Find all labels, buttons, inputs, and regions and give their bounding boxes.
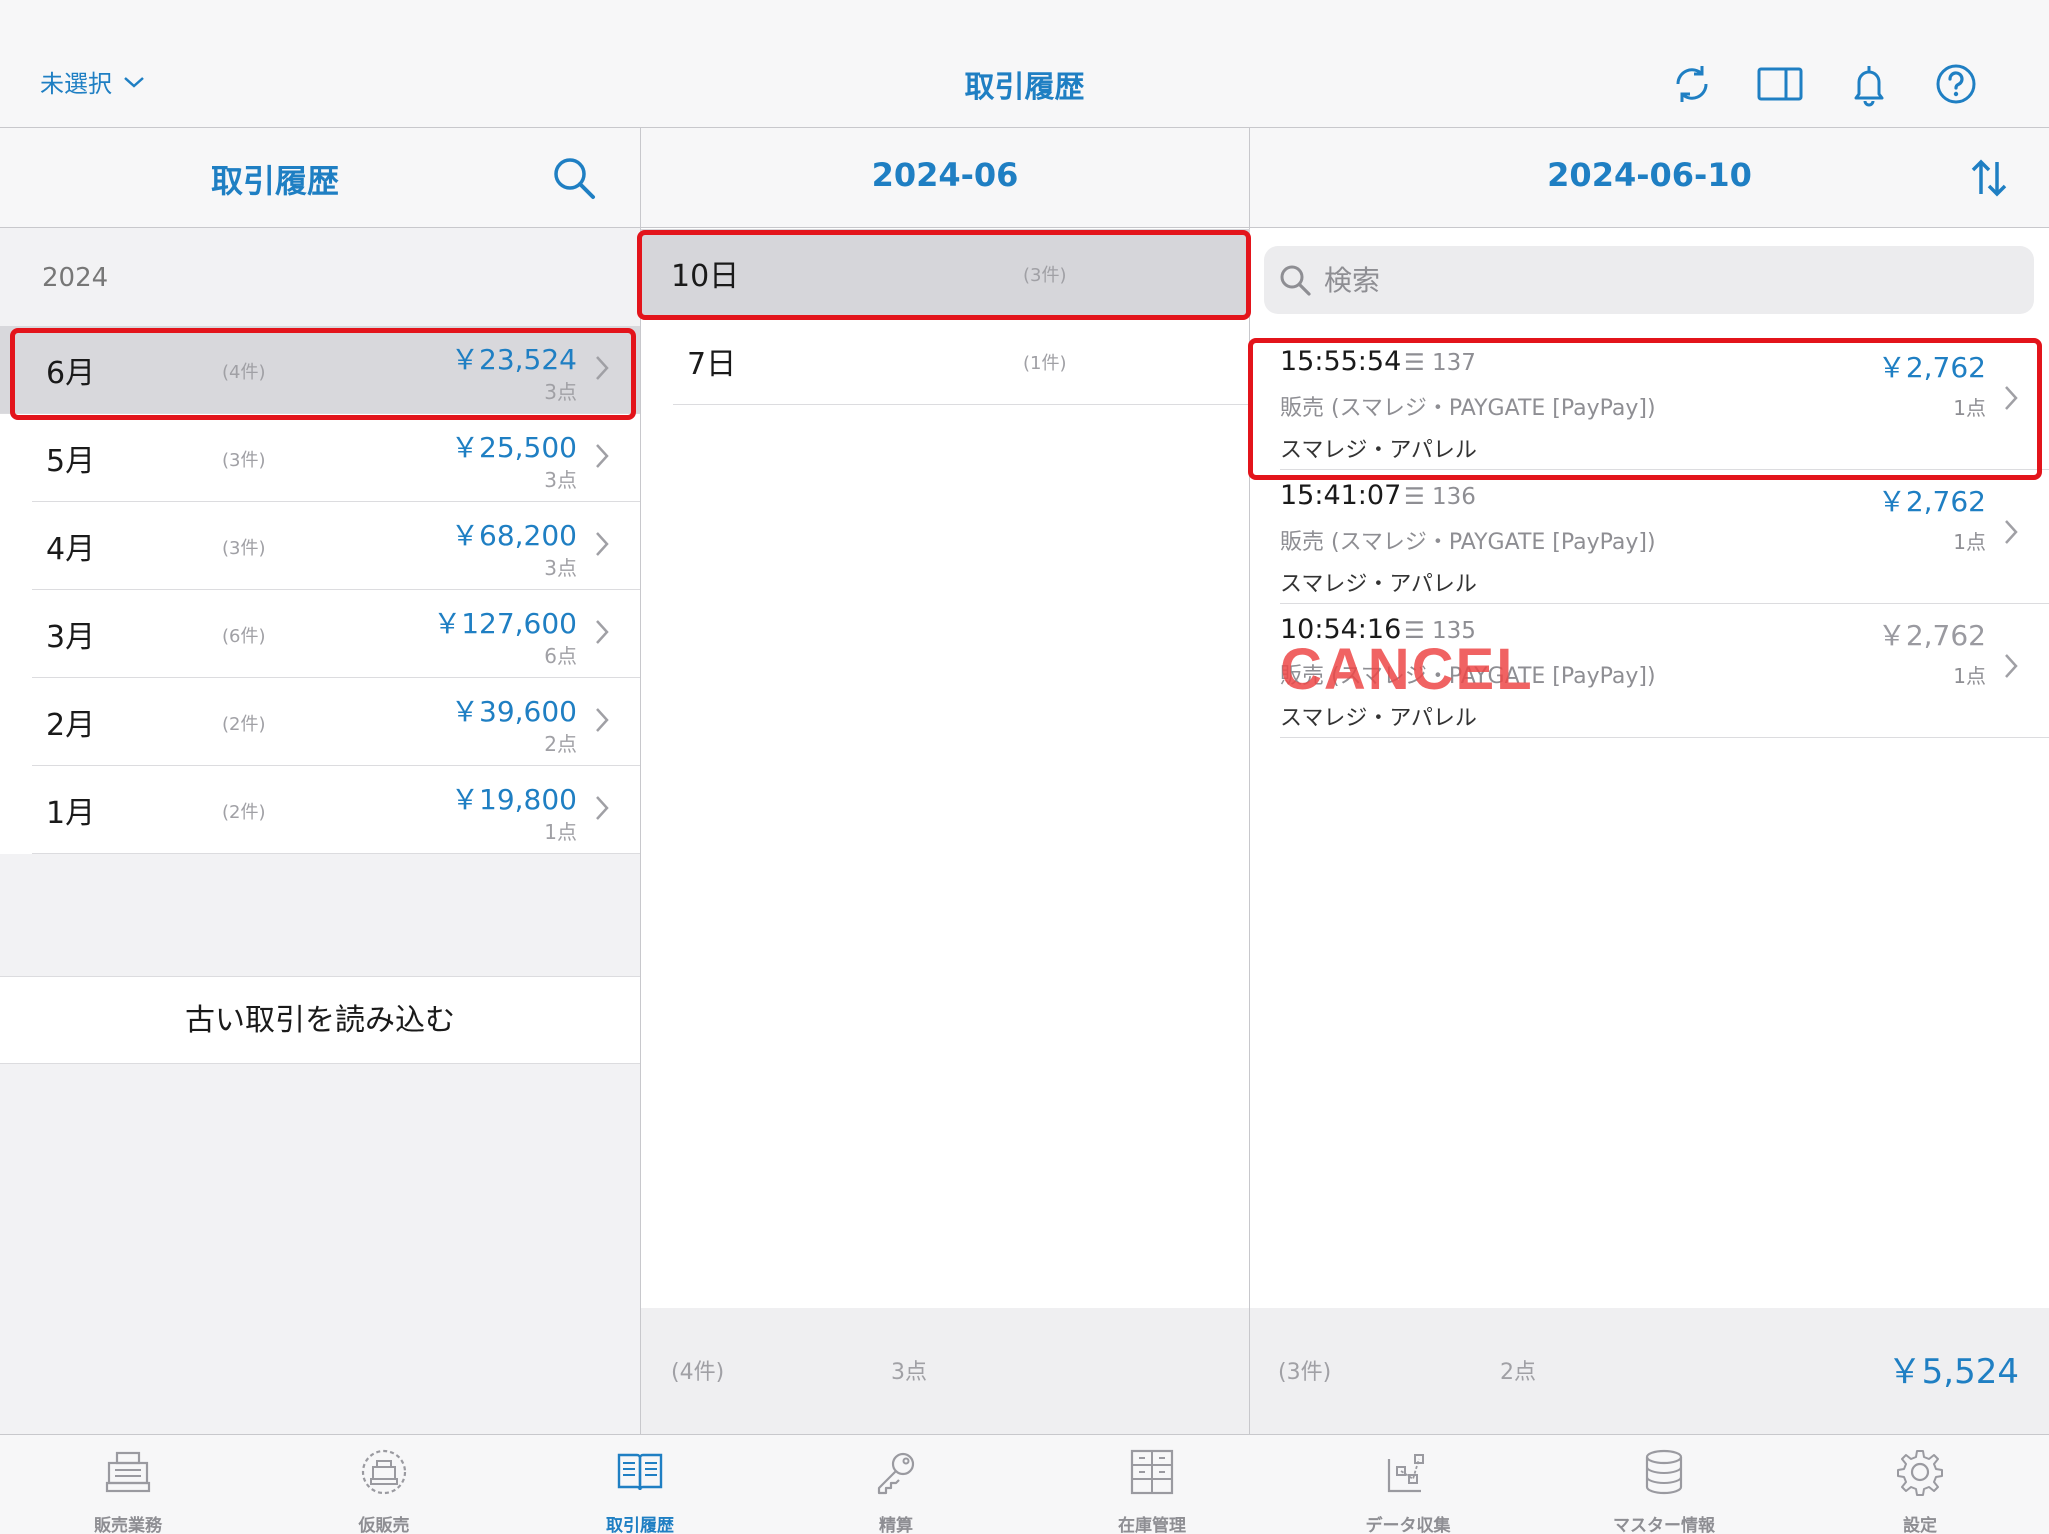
search-icon[interactable] xyxy=(550,154,598,202)
month-row-january[interactable]: 1月 (2件) ￥19,800 1点 xyxy=(32,766,640,854)
key-icon xyxy=(877,1452,915,1495)
transaction-number: 137 xyxy=(1431,350,1476,376)
chevron-right-icon xyxy=(596,620,609,644)
month-column: 取引履歴 2024 6月 (4件) ￥23,524 3点 5月 (3件) ￥25… xyxy=(0,128,641,1434)
sort-icon[interactable] xyxy=(1965,154,2013,202)
day-row-7[interactable]: 7日 (1件) xyxy=(673,317,1250,405)
search-input[interactable] xyxy=(1324,256,2014,304)
refresh-icon[interactable] xyxy=(1668,60,1716,108)
day-row-10[interactable]: 10日 (3件) xyxy=(641,229,1250,317)
top-bar: 未選択 取引履歴 xyxy=(0,0,2049,128)
day-column-footer: (4件) 3点 xyxy=(641,1308,1249,1434)
search-field[interactable] xyxy=(1264,246,2034,314)
chevron-right-icon xyxy=(596,444,609,468)
cancel-stamp: CANCEL xyxy=(1280,637,1534,702)
inventory-icon xyxy=(1130,1449,1174,1495)
transaction-number: 136 xyxy=(1431,484,1476,510)
month-row-february[interactable]: 2月 (2件) ￥39,600 2点 xyxy=(32,678,640,766)
database-icon xyxy=(1645,1449,1683,1495)
footer-points: 2点 xyxy=(1500,1360,1536,1385)
split-view-icon[interactable] xyxy=(1756,60,1804,108)
tab-settlement[interactable]: 精算 xyxy=(768,1435,1024,1534)
bell-icon[interactable] xyxy=(1845,60,1893,108)
tab-history[interactable]: 取引履歴 xyxy=(512,1435,768,1534)
load-older-transactions-button[interactable]: 古い取引を読み込む xyxy=(0,976,640,1064)
chevron-right-icon xyxy=(596,796,609,820)
help-icon[interactable] xyxy=(1932,60,1980,108)
data-collect-icon xyxy=(1387,1454,1424,1493)
transaction-row-135[interactable]: 10:54:16 ☰ 135 ￥2,762 販売 (スマレジ・PAYGATE [… xyxy=(1280,604,2049,738)
chevron-right-icon xyxy=(596,708,609,732)
month-list: 6月 (4件) ￥23,524 3点 5月 (3件) ￥25,500 3点 4月… xyxy=(0,326,640,854)
search-icon xyxy=(1280,265,1311,296)
month-row-march[interactable]: 3月 (6件) ￥127,600 6点 xyxy=(32,590,640,678)
register-icon xyxy=(105,1451,151,1493)
month-row-may[interactable]: 5月 (3件) ￥25,500 3点 xyxy=(32,414,640,502)
temp-sale-icon xyxy=(361,1449,407,1495)
tab-master[interactable]: マスター情報 xyxy=(1536,1435,1792,1534)
transaction-column-title: 2024-06-10 xyxy=(1547,156,1752,194)
tab-sales[interactable]: 販売業務 xyxy=(0,1435,256,1534)
footer-total: ￥5,524 xyxy=(1887,1352,2019,1392)
chevron-right-icon xyxy=(2005,386,2018,410)
tab-data-collect[interactable]: データ収集 xyxy=(1280,1435,1536,1534)
history-icon xyxy=(617,1453,663,1491)
footer-count: (4件) xyxy=(671,1360,725,1385)
footer-count: (3件) xyxy=(1278,1360,1332,1385)
tab-settings[interactable]: 設定 xyxy=(1792,1435,2048,1534)
chevron-right-icon xyxy=(596,532,609,556)
transaction-row-136[interactable]: 15:41:07 ☰ 136 ￥2,762 販売 (スマレジ・PAYGATE [… xyxy=(1280,470,2049,604)
day-column-header: 2024-06 xyxy=(641,128,1249,228)
chevron-right-icon xyxy=(2005,654,2018,678)
transaction-column-header: 2024-06-10 xyxy=(1250,128,2049,228)
tab-inventory[interactable]: 在庫管理 xyxy=(1024,1435,1280,1534)
chevron-right-icon xyxy=(2005,520,2018,544)
footer-points: 3点 xyxy=(891,1360,927,1385)
transaction-column: 2024-06-10 15:55:54 ☰ 137 ￥2,762 販売 (スマレ… xyxy=(1250,128,2049,1434)
year-label: 2024 xyxy=(42,263,109,293)
tab-bar: 販売業務 仮販売 取引履歴 精算 在庫管理 データ収集 マスター情報 設定 xyxy=(0,1434,2049,1534)
day-column-title: 2024-06 xyxy=(871,156,1019,194)
month-row-june[interactable]: 6月 (4件) ￥23,524 3点 xyxy=(0,326,640,414)
gear-icon xyxy=(1897,1450,1943,1496)
month-column-title: 取引履歴 xyxy=(210,162,339,200)
chevron-right-icon xyxy=(596,356,609,380)
month-column-header: 取引履歴 xyxy=(0,128,640,228)
transaction-column-footer: (3件) 2点 ￥5,524 xyxy=(1250,1308,2049,1434)
tab-temp-sale[interactable]: 仮販売 xyxy=(256,1435,512,1534)
month-row-april[interactable]: 4月 (3件) ￥68,200 3点 xyxy=(32,502,640,590)
day-column: 2024-06 10日 (3件) 7日 (1件) (4件) 3点 xyxy=(641,128,1250,1434)
transaction-row-137[interactable]: 15:55:54 ☰ 137 ￥2,762 販売 (スマレジ・PAYGATE [… xyxy=(1280,336,2049,470)
page-title: 取引履歴 xyxy=(964,70,1085,105)
